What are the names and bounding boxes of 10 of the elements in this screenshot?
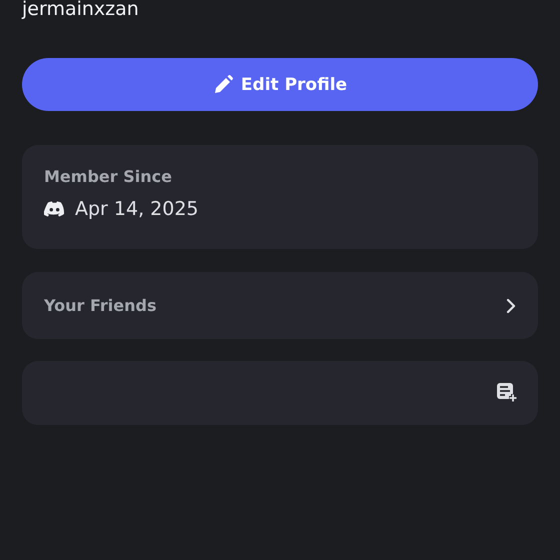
chevron-right-icon: [506, 298, 516, 314]
friends-row[interactable]: Your Friends: [22, 272, 538, 339]
add-note-icon[interactable]: [497, 383, 518, 403]
edit-profile-button[interactable]: Edit Profile: [22, 58, 538, 111]
pencil-icon: [212, 74, 233, 94]
member-since-date: Apr 14, 2025: [75, 198, 199, 220]
username: jermainxzan: [22, 0, 139, 19]
friends-label: Your Friends: [44, 296, 156, 315]
member-since-label: Member Since: [44, 167, 172, 186]
game-controller-icon: [44, 201, 65, 217]
